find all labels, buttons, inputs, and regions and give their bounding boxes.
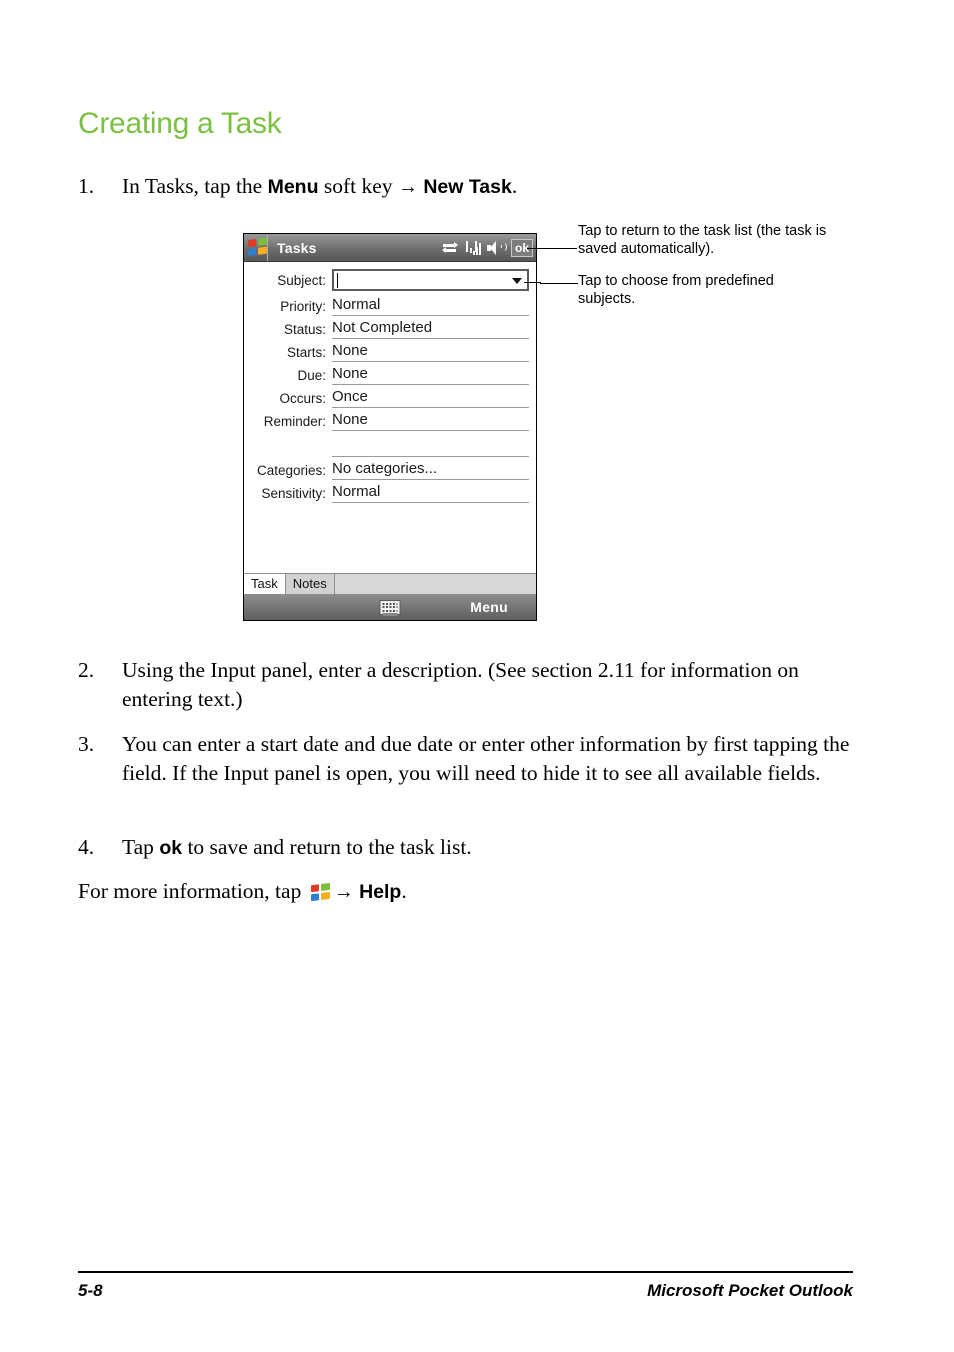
text-caret xyxy=(337,272,338,288)
arrow-glyph: → xyxy=(397,176,418,198)
tab-notes[interactable]: Notes xyxy=(285,574,335,594)
footer-section-title: Microsoft Pocket Outlook xyxy=(647,1281,853,1300)
subject-input[interactable] xyxy=(332,269,529,291)
step-text: Using the Input panel, enter a descripti… xyxy=(122,658,799,711)
categories-label: Categories: xyxy=(256,463,326,478)
callout-text-2: Tap to choose from predefined subjects. xyxy=(578,273,774,307)
occurs-label: Occurs: xyxy=(279,391,326,406)
form-row-due[interactable]: Due: None xyxy=(248,362,529,385)
spacer-value xyxy=(332,436,529,457)
pda-title-bar: Tasks ok xyxy=(244,234,536,262)
step-text-part3: . xyxy=(511,174,518,198)
step-bold-ok: ok xyxy=(159,837,183,859)
occurs-value: Once xyxy=(332,387,529,408)
reminder-value: None xyxy=(332,410,529,431)
more-info-text-part2: . xyxy=(401,879,407,903)
more-info-text-part1: For more information, tap xyxy=(78,879,307,903)
footer-page-number: 5-8 xyxy=(78,1281,103,1300)
help-bold-label: Help xyxy=(359,881,402,903)
footer-divider xyxy=(78,1271,853,1273)
step-number: 2. xyxy=(78,658,95,682)
form-row-subject: Subject: xyxy=(248,267,529,293)
due-label: Due: xyxy=(297,368,326,383)
form-row-sensitivity[interactable]: Sensitivity: Normal xyxy=(248,480,529,503)
due-value: None xyxy=(332,364,529,385)
priority-label: Priority: xyxy=(280,299,326,314)
keyboard-icon[interactable] xyxy=(379,599,401,616)
windows-flag-glyph xyxy=(248,237,267,257)
pda-tab-bar: Task Notes xyxy=(244,573,536,594)
form-row-categories[interactable]: Categories: No categories... xyxy=(248,457,529,480)
sensitivity-label: Sensitivity: xyxy=(261,486,326,501)
signal-strength-icon[interactable] xyxy=(465,240,481,255)
subject-label: Subject: xyxy=(277,272,326,288)
step-text: You can enter a start date and due date … xyxy=(122,732,850,785)
pda-screenshot-figure: Tasks ok Subject: Priority: Normal Statu… xyxy=(243,233,537,621)
callout-leader-line-2 xyxy=(540,283,578,284)
windows-start-icon[interactable] xyxy=(244,234,268,261)
form-row-priority[interactable]: Priority: Normal xyxy=(248,293,529,316)
pda-window-title: Tasks xyxy=(277,239,317,256)
form-row-spacer xyxy=(248,431,529,457)
form-row-reminder[interactable]: Reminder: None xyxy=(248,408,529,431)
priority-value: Normal xyxy=(332,295,529,316)
callout-leader-stub-2 xyxy=(524,282,541,283)
callout-text-1: Tap to return to the task list (the task… xyxy=(578,223,827,257)
step-text-part2: soft key xyxy=(318,174,398,198)
list-item-step-2: 2. Using the Input panel, enter a descri… xyxy=(78,656,853,714)
form-row-occurs[interactable]: Occurs: Once xyxy=(248,385,529,408)
list-item-step-1: 1. In Tasks, tap the Menu soft key → New… xyxy=(78,172,853,202)
pda-soft-key-bar: Menu xyxy=(244,594,536,620)
step-bold-new-task: New Task xyxy=(423,176,512,198)
list-item-step-3: 3. You can enter a start date and due da… xyxy=(78,730,853,788)
status-value: Not Completed xyxy=(332,318,529,339)
callout-leader-line-1 xyxy=(527,248,577,249)
reminder-label: Reminder: xyxy=(263,414,326,429)
step-number: 1. xyxy=(78,174,95,198)
tab-task[interactable]: Task xyxy=(244,574,286,594)
arrow-glyph: → xyxy=(333,881,354,903)
starts-label: Starts: xyxy=(286,345,326,360)
status-label: Status: xyxy=(283,322,326,337)
tab-bar-filler xyxy=(334,574,536,594)
pda-status-icons: ok xyxy=(442,238,536,257)
chevron-down-icon[interactable] xyxy=(512,278,522,284)
volume-icon[interactable] xyxy=(487,240,507,255)
pda-task-form: Subject: Priority: Normal Status: Not Co… xyxy=(244,262,536,559)
sensitivity-value: Normal xyxy=(332,482,529,503)
step-text: Tap ok to save and return to the task li… xyxy=(122,833,853,863)
starts-value: None xyxy=(332,341,529,362)
form-row-starts[interactable]: Starts: None xyxy=(248,339,529,362)
form-row-status[interactable]: Status: Not Completed xyxy=(248,316,529,339)
menu-soft-key[interactable]: Menu xyxy=(470,599,508,615)
list-item-step-4: 4. Tap ok to save and return to the task… xyxy=(78,833,853,863)
document-page: Creating a Task 1. In Tasks, tap the Men… xyxy=(0,0,954,1352)
page-title: Creating a Task xyxy=(78,107,282,140)
more-information-line: For more information, tap → Help. xyxy=(78,877,407,907)
step-text-part1: In Tasks, tap the xyxy=(122,174,268,198)
categories-value: No categories... xyxy=(332,459,529,480)
step-text-part1: Tap xyxy=(122,835,160,859)
step-number: 3. xyxy=(78,732,95,756)
step-bold-menu: Menu xyxy=(267,176,319,198)
step-text: In Tasks, tap the Menu soft key → New Ta… xyxy=(122,172,853,202)
step-number: 4. xyxy=(78,835,95,859)
windows-start-icon xyxy=(310,882,331,902)
connectivity-icon[interactable] xyxy=(442,241,458,255)
step-text-part2: to save and return to the task list. xyxy=(182,835,472,859)
